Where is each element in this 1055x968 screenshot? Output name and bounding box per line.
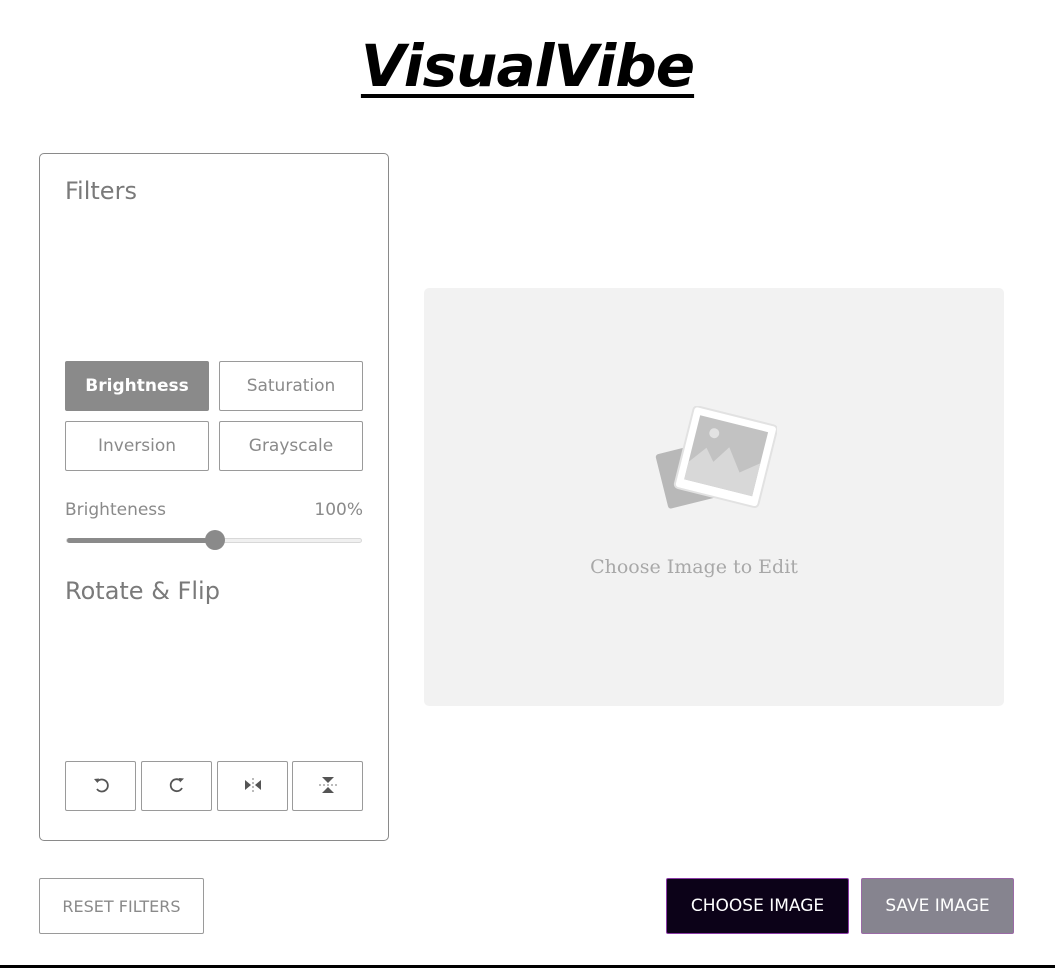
filter-brightness-button[interactable]: Brightness <box>65 361 209 411</box>
filter-inversion-button[interactable]: Inversion <box>65 421 209 471</box>
filters-title: Filters <box>65 177 137 205</box>
rotate-right-button[interactable] <box>141 761 212 811</box>
flip-horizontal-button[interactable] <box>217 761 288 811</box>
filter-grayscale-button[interactable]: Grayscale <box>219 421 363 471</box>
app-title: VisualVibe <box>360 32 695 100</box>
brightness-slider[interactable] <box>66 530 362 550</box>
filter-saturation-button[interactable]: Saturation <box>219 361 363 411</box>
rotate-left-icon <box>92 776 110 797</box>
slider-value: 100% <box>314 500 363 520</box>
slider-fill <box>67 538 215 543</box>
slider-label: Brighteness <box>65 500 167 520</box>
choose-image-button[interactable]: CHOOSE IMAGE <box>666 878 849 934</box>
rotate-flip-title: Rotate & Flip <box>65 577 220 605</box>
save-image-button[interactable]: SAVE IMAGE <box>861 878 1014 934</box>
flip-horizontal-icon <box>243 777 263 796</box>
image-preview-area: Choose Image to Edit <box>424 288 1004 706</box>
flip-vertical-button[interactable] <box>292 761 363 811</box>
rotate-right-icon <box>168 776 186 797</box>
preview-placeholder-text: Choose Image to Edit <box>590 556 798 578</box>
image-placeholder-icon <box>653 405 778 518</box>
flip-vertical-icon <box>318 775 338 798</box>
editor-panel: Filters Brightness Saturation Inversion … <box>39 153 389 841</box>
rotate-left-button[interactable] <box>65 761 136 811</box>
reset-filters-button[interactable]: RESET FILTERS <box>39 878 204 934</box>
slider-thumb[interactable] <box>205 530 225 550</box>
